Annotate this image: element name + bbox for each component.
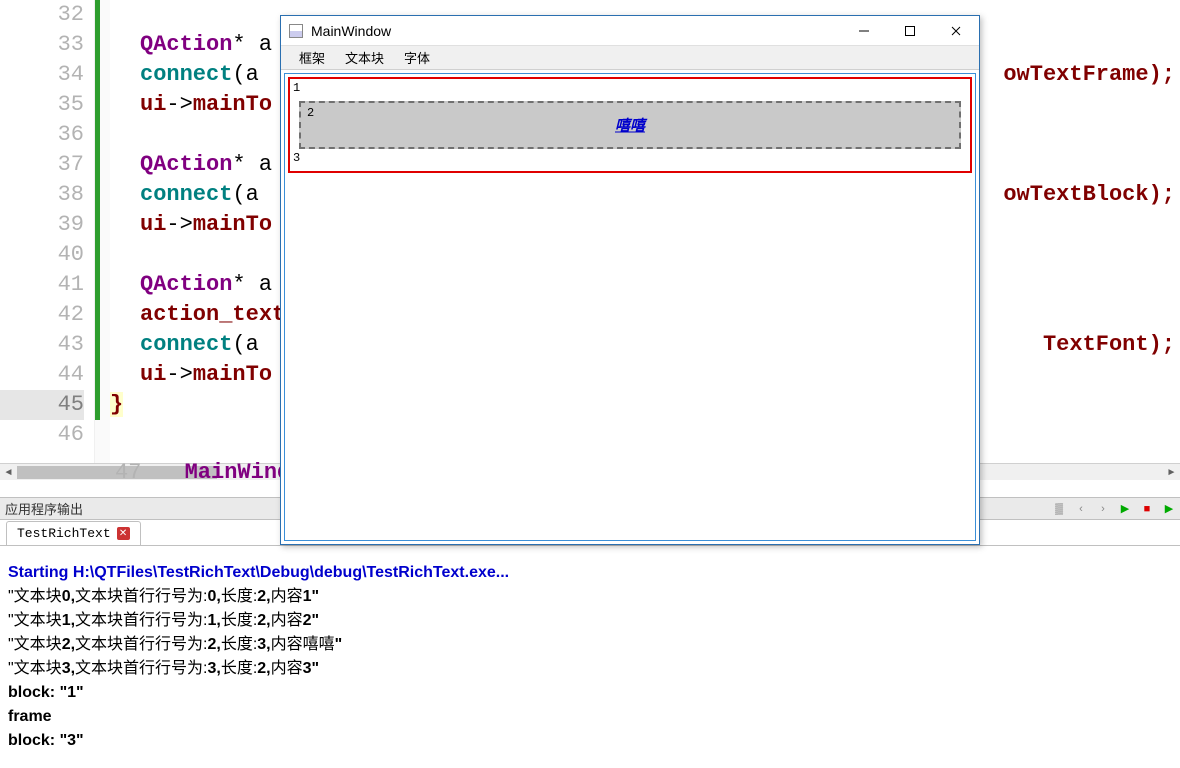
code-token: ui [140,212,166,237]
line-number: 33 [0,30,84,60]
line-gutter: 32 33 34 35 36 37 38 39 40 41 42 43 44 4… [0,0,95,480]
code-token: -> [166,362,192,387]
line-number: 32 [0,0,84,30]
code-token: connect [140,62,232,87]
line-number: 35 [0,90,84,120]
line-number: 44 [0,360,84,390]
maximize-button[interactable] [887,16,933,46]
output-starting-line: Starting H:\QTFiles\TestRichText\Debug\d… [8,561,1172,585]
scroll-left-icon[interactable]: ◄ [0,464,17,481]
text-xixi: 嘻嘻 [615,115,645,136]
app-content-area[interactable]: 1 2 嘻嘻 3 [284,73,976,541]
code-token: owTextBlock); [1003,180,1175,210]
app-icon [289,24,303,38]
code-token: mainTo [193,92,272,117]
code-token: -> [166,92,192,117]
line-number: 46 [0,420,84,450]
code-token: mainTo [193,212,272,237]
next-icon[interactable]: › [1094,500,1112,518]
code-token: QAction [140,32,232,57]
code-token: (a [232,332,258,357]
code-token: -> [166,212,192,237]
line-number: 39 [0,210,84,240]
code-token: TextFont); [1043,330,1175,360]
tab-label: TestRichText [17,526,111,541]
code-token: * a [232,32,272,57]
line-number: 43 [0,330,84,360]
menu-textblock[interactable]: 文本块 [335,48,394,67]
output-log-line: "文本块0,文本块首行行号为:0,长度:2,内容1" [8,585,1172,609]
code-token: } [110,392,123,417]
output-log-line: "文本块1,文本块首行行号为:1,长度:2,内容2" [8,609,1172,633]
window-title: MainWindow [311,23,391,39]
line-number: 36 [0,120,84,150]
close-button[interactable] [933,16,979,46]
line-number: 40 [0,240,84,270]
inner-frame: 2 嘻嘻 [299,101,961,149]
code-token: QAction [140,272,232,297]
prev-icon[interactable]: ‹ [1072,500,1090,518]
text-block-1: 1 [293,81,967,99]
menu-font[interactable]: 字体 [394,48,440,67]
code-token: connect [140,332,232,357]
code-token: (a [232,182,258,207]
close-icon[interactable]: ✕ [117,527,130,540]
app-window: MainWindow 框架 文本块 字体 1 2 嘻嘻 3 [280,15,980,545]
line-number: 38 [0,180,84,210]
code-token: ui [140,362,166,387]
rerun-icon[interactable]: ▶ [1160,500,1178,518]
line-number: 34 [0,60,84,90]
run-icon[interactable]: ▶ [1116,500,1134,518]
line-number-current: 45 [0,390,84,420]
code-token: ui [140,92,166,117]
line-number: 37 [0,150,84,180]
code-token: connect [140,182,232,207]
output-log-line: block: "1" [8,681,1172,705]
change-marker [95,0,100,420]
line-number: 41 [0,270,84,300]
output-log-line: "文本块2,文本块首行行号为:2,长度:3,内容嘻嘻" [8,633,1172,657]
code-token: * a [232,152,272,177]
tab-testrichtext[interactable]: TestRichText ✕ [6,521,141,545]
text-frame: 1 2 嘻嘻 3 [288,77,972,173]
output-console[interactable]: Starting H:\QTFiles\TestRichText\Debug\d… [0,546,1180,768]
code-token: (a [232,62,258,87]
code-token: QAction [140,152,232,177]
output-log-line: block: "3" [8,729,1172,753]
code-token: * a [232,272,272,297]
stop-icon[interactable]: ■ [1138,500,1156,518]
menubar: 框架 文本块 字体 [281,46,979,70]
line-number: 42 [0,300,84,330]
marker-column [95,0,110,480]
text-block-2: 2 [307,106,314,120]
menu-frame[interactable]: 框架 [289,48,335,67]
filter-icon[interactable]: ▒ [1050,500,1068,518]
titlebar[interactable]: MainWindow [281,16,979,46]
minimize-button[interactable] [841,16,887,46]
output-log-line: "文本块3,文本块首行行号为:3,长度:2,内容3" [8,657,1172,681]
scroll-right-icon[interactable]: ► [1163,464,1180,481]
code-token: owTextFrame); [1003,60,1175,90]
text-block-3: 3 [293,151,967,169]
output-log-line: frame [8,705,1172,729]
code-token: mainTo [193,362,272,387]
output-panel-title: 应用程序输出 [5,499,83,518]
code-token: action_text [140,302,285,327]
